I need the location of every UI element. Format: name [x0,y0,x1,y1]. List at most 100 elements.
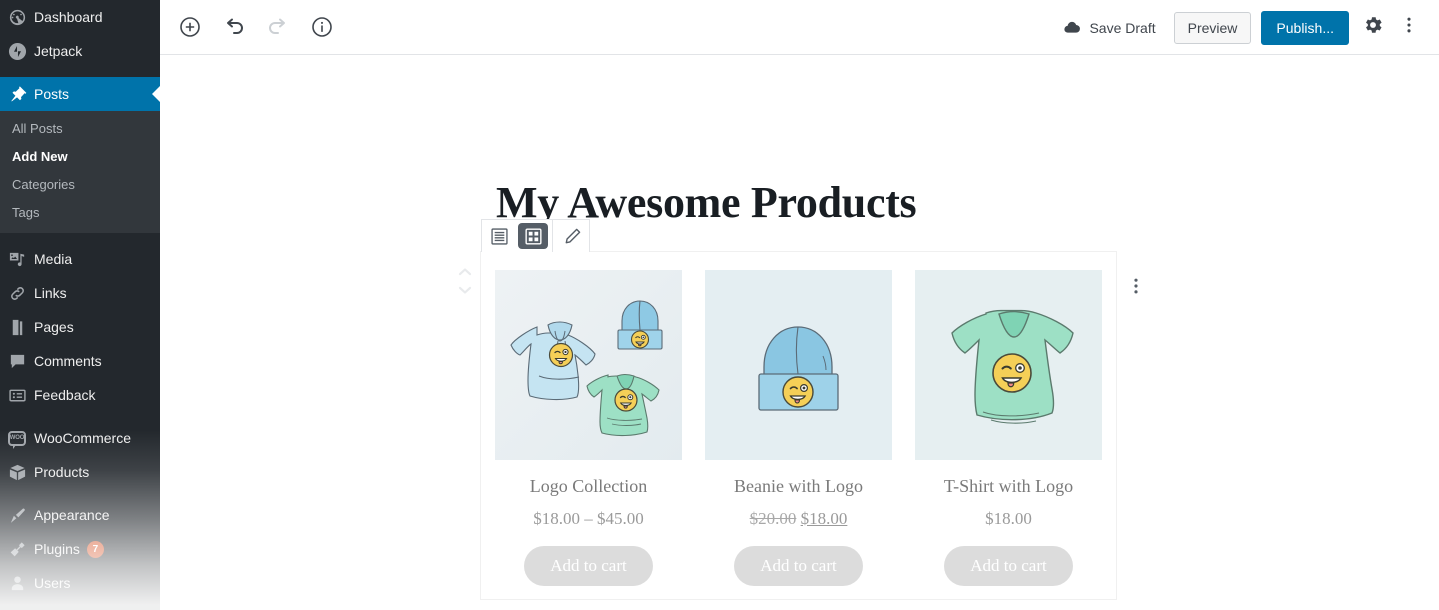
info-circle-icon [310,15,334,39]
sidebar-item-label: WooCommerce [34,430,131,446]
sidebar-item-label: Posts [34,86,70,102]
undo-button[interactable] [216,9,252,45]
submenu-item-tags[interactable]: Tags [0,199,160,227]
sidebar-item-label: Users [34,575,71,591]
sidebar-item-label: Media [34,251,73,267]
info-button[interactable] [304,9,340,45]
redo-icon [266,15,290,39]
toolbar-divider [552,220,553,252]
sidebar-item-feedback[interactable]: Feedback [0,378,160,412]
sidebar-separator [0,489,160,498]
comment-icon [8,351,34,371]
product-title[interactable]: Logo Collection [530,476,647,498]
more-options-button[interactable] [1391,10,1427,46]
add-to-cart-button[interactable]: Add to cart [524,545,653,587]
sidebar-item-users[interactable]: Users [0,566,160,600]
product-price: $20.00 $18.00 [750,509,848,529]
move-down-button[interactable] [455,282,475,298]
wordpress-block-editor: Dashboard Jetpack Posts All Posts Add Ne… [0,0,1439,610]
add-to-cart-button[interactable]: Add to cart [734,545,863,587]
sidebar-item-label: Pages [34,319,74,335]
editor-top-bar: Save Draft Preview Publish... [160,0,1439,55]
sidebar-separator [0,68,160,77]
grid-view-button[interactable] [518,223,548,249]
save-draft-label: Save Draft [1089,19,1156,36]
publish-button[interactable]: Publish... [1261,10,1349,45]
sidebar-separator [0,412,160,421]
product-card[interactable]: T-Shirt with Logo $18.00 Add to cart [915,270,1102,587]
link-icon [8,283,34,303]
sidebar-item-posts[interactable]: Posts [0,77,160,111]
media-icon [8,249,34,269]
sidebar-item-pages[interactable]: Pages [0,310,160,344]
plus-circle-icon [178,15,202,39]
regular-price: $20.00 [749,508,797,528]
sidebar-item-appearance[interactable]: Appearance [0,498,160,532]
dashboard-icon [8,7,34,27]
sidebar-item-media[interactable]: Media [0,242,160,276]
product-price: $18.00 [985,508,1032,528]
sidebar-item-woocommerce[interactable]: WOO WooCommerce [0,421,160,455]
logo-collection-image [495,270,682,460]
pin-icon [8,84,34,104]
sidebar-item-dashboard[interactable]: Dashboard [0,0,160,34]
sidebar-item-plugins[interactable]: Plugins 7 [0,532,160,566]
submenu-item-add-new[interactable]: Add New [0,143,160,171]
sidebar-item-comments[interactable]: Comments [0,344,160,378]
product-title[interactable]: T-Shirt with Logo [944,476,1073,498]
sidebar-item-label: Products [34,464,90,480]
save-draft-button[interactable]: Save Draft [1053,12,1165,43]
sidebar-item-links[interactable]: Links [0,276,160,310]
sidebar-item-products[interactable]: Products [0,455,160,489]
add-to-cart-button[interactable]: Add to cart [944,545,1073,587]
sidebar-item-jetpack[interactable]: Jetpack [0,34,160,68]
beanie-image [705,270,892,460]
pencil-icon [562,226,583,247]
sidebar-item-label: Jetpack [34,43,83,59]
editor-canvas: My Awesome Products Logo Collection $18.… [160,55,1439,610]
jetpack-icon [8,41,34,61]
sale-price: $18.00 [800,508,848,528]
current-menu-arrow [152,85,160,103]
sidebar-item-label: Appearance [34,507,110,523]
users-icon [8,573,34,593]
cloud-icon [1063,18,1082,37]
sidebar-item-label: Comments [34,353,102,369]
products-block[interactable]: Logo Collection $18.00 – $45.00 Add to c… [458,219,1138,600]
posts-submenu: All Posts Add New Categories Tags [0,111,160,233]
redo-button[interactable] [260,9,296,45]
submenu-item-all-posts[interactable]: All Posts [0,115,160,143]
block-movers [453,264,477,298]
sidebar-item-label: Links [34,285,67,301]
product-title[interactable]: Beanie with Logo [734,476,863,498]
plugins-update-badge: 7 [86,540,104,558]
gear-icon [1362,14,1384,41]
settings-button[interactable] [1355,10,1391,46]
editor-area: Save Draft Preview Publish... My Awesome… [160,0,1439,610]
submenu-item-categories[interactable]: Categories [0,171,160,199]
block-toolbar [481,219,590,252]
appearance-icon [8,505,34,525]
sidebar-item-label: Feedback [34,387,96,403]
more-vertical-icon [1398,14,1420,41]
list-view-icon [489,226,510,247]
products-grid: Logo Collection $18.00 – $45.00 Add to c… [481,252,1116,587]
move-up-button[interactable] [455,264,475,280]
edit-button[interactable] [555,220,589,252]
block-options-button[interactable] [1124,274,1148,298]
pages-icon [8,317,34,337]
product-card[interactable]: Beanie with Logo $20.00 $18.00 Add to ca… [705,270,892,587]
plugins-icon [8,539,34,559]
sidebar-separator [0,233,160,242]
admin-sidebar: Dashboard Jetpack Posts All Posts Add Ne… [0,0,160,610]
preview-button[interactable]: Preview [1173,11,1252,44]
product-card[interactable]: Logo Collection $18.00 – $45.00 Add to c… [495,270,682,587]
undo-icon [222,15,246,39]
list-view-button[interactable] [482,220,516,252]
products-icon [8,462,34,482]
sidebar-item-label: Plugins [34,541,80,557]
add-block-button[interactable] [172,9,208,45]
product-price: $18.00 – $45.00 [533,508,644,528]
more-vertical-icon [1126,276,1146,296]
sidebar-item-label: Dashboard [34,9,103,25]
